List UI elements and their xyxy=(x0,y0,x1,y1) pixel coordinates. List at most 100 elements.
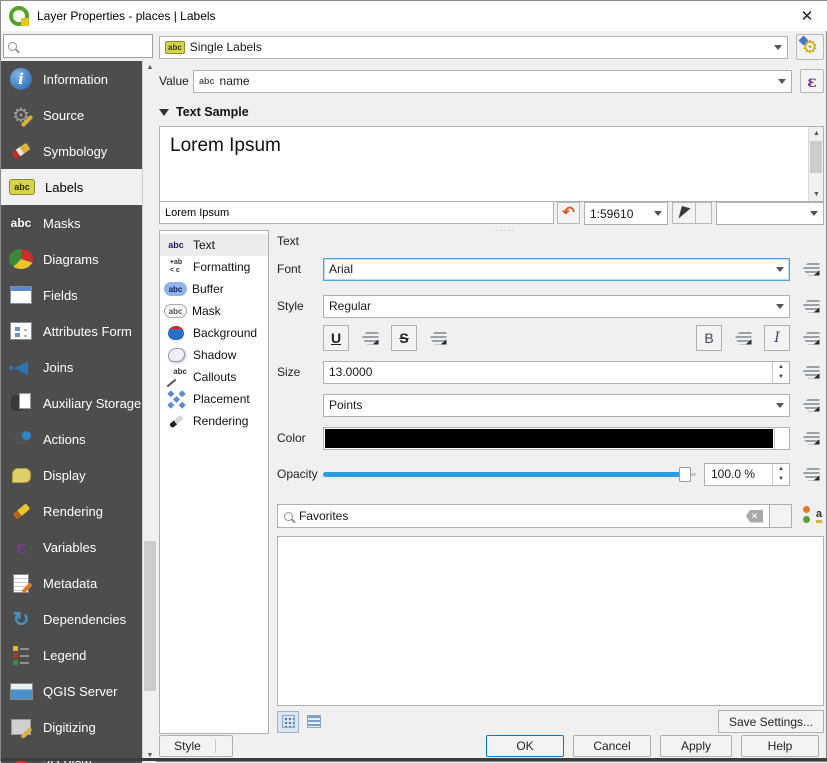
units-data-defined-button[interactable] xyxy=(798,393,824,417)
grid-view-icon xyxy=(282,715,295,728)
tab-buffer[interactable]: Buffer xyxy=(160,278,268,300)
sidebar-item-rendering[interactable]: Rendering xyxy=(1,493,142,529)
save-settings-button[interactable]: Save Settings... xyxy=(718,710,824,733)
tab-text[interactable]: Text xyxy=(160,234,268,256)
scrollbar-thumb[interactable] xyxy=(810,141,822,173)
mouse-pointer-icon xyxy=(678,206,690,221)
opacity-data-defined-button[interactable] xyxy=(798,462,824,486)
sidebar-search[interactable] xyxy=(3,34,153,58)
spin-up-icon[interactable]: ▲ xyxy=(773,362,789,373)
style-manager-icon[interactable] xyxy=(800,505,824,527)
bold-button[interactable]: B xyxy=(696,325,722,351)
scroll-up-icon[interactable]: ▲ xyxy=(809,127,824,140)
icon-view-button[interactable] xyxy=(277,711,299,733)
color-dropdown[interactable] xyxy=(774,428,789,449)
sidebar-item-dependencies[interactable]: Dependencies xyxy=(1,601,142,637)
labeling-mode-combo[interactable]: abc Single Labels xyxy=(159,36,788,59)
slider-handle[interactable] xyxy=(679,467,691,482)
color-data-defined-button[interactable] xyxy=(798,426,824,450)
sidebar-item-information[interactable]: Information xyxy=(1,61,142,97)
text-sample-header: Text Sample xyxy=(176,105,249,119)
scroll-down-icon[interactable]: ▼ xyxy=(809,188,824,201)
value-expression-combo[interactable]: abc name xyxy=(193,70,792,93)
strikeout-data-defined-button[interactable] xyxy=(425,326,451,350)
data-defined-override-icon xyxy=(803,366,820,379)
italic-button[interactable]: I xyxy=(764,325,790,351)
sidebar-item-labels[interactable]: Labels xyxy=(1,169,142,205)
close-icon[interactable]: ✕ xyxy=(794,7,820,25)
automated-placement-settings-button[interactable]: ⚙ xyxy=(796,34,824,60)
tab-shadow[interactable]: Shadow xyxy=(160,344,268,366)
tab-placement[interactable]: Placement xyxy=(160,388,268,410)
tab-mask[interactable]: Mask xyxy=(160,300,268,322)
sidebar-scrollbar[interactable]: ▲ ▼ xyxy=(142,61,156,763)
preview-scale-combo[interactable]: 1:59610 xyxy=(584,202,668,225)
clear-filter-icon[interactable]: ✕ xyxy=(746,510,763,523)
sidebar-item-joins[interactable]: Joins xyxy=(1,349,142,385)
style-value: Regular xyxy=(329,299,371,313)
apply-button[interactable]: Apply xyxy=(660,735,732,757)
ok-button[interactable]: OK xyxy=(486,735,564,757)
cancel-button[interactable]: Cancel xyxy=(573,735,651,757)
sample-scrollbar[interactable]: ▲ ▼ xyxy=(808,127,823,201)
style-filter-input[interactable]: Favorites ✕ xyxy=(277,504,770,528)
tab-background[interactable]: Background xyxy=(160,322,268,344)
strikeout-button[interactable]: S xyxy=(391,325,417,351)
sidebar-item-metadata[interactable]: Metadata xyxy=(1,565,142,601)
list-view-button[interactable] xyxy=(303,711,325,733)
font-combo[interactable]: Arial xyxy=(323,258,790,281)
tab-callouts[interactable]: Callouts xyxy=(160,366,268,388)
diagrams-icon xyxy=(9,249,33,269)
sidebar-item-masks[interactable]: Masks xyxy=(1,205,142,241)
sample-text-input[interactable] xyxy=(159,202,554,224)
scrollbar-thumb[interactable] xyxy=(144,541,156,691)
sidebar-item-symbology[interactable]: Symbology xyxy=(1,133,142,169)
italic-data-defined-button[interactable] xyxy=(798,326,824,350)
underline-data-defined-button[interactable] xyxy=(357,326,383,350)
opacity-spin-buttons[interactable]: ▲▼ xyxy=(772,464,789,485)
color-button[interactable] xyxy=(323,427,790,450)
spin-up-icon[interactable]: ▲ xyxy=(773,464,789,475)
sidebar-item-actions[interactable]: Actions xyxy=(1,421,142,457)
text-format-presets-list[interactable] xyxy=(277,536,824,706)
tab-formatting[interactable]: Formatting xyxy=(160,256,268,278)
information-icon xyxy=(10,68,32,90)
sidebar-item-auxiliary-storage[interactable]: Auxiliary Storage xyxy=(1,385,142,421)
style-filter-dropdown[interactable] xyxy=(770,504,792,528)
text-sample-collapser[interactable]: Text Sample xyxy=(159,103,824,121)
size-data-defined-button[interactable] xyxy=(798,360,824,384)
expression-builder-button[interactable]: ε xyxy=(800,69,824,93)
sidebar-item-attributes-form[interactable]: Attributes Form xyxy=(1,313,142,349)
size-spinbox[interactable]: 13.0000 ▲▼ xyxy=(323,361,790,384)
search-icon xyxy=(284,512,293,521)
style-data-defined-button[interactable] xyxy=(798,294,824,318)
spin-down-icon[interactable]: ▼ xyxy=(773,474,789,485)
style-menu-button[interactable]: Style xyxy=(159,735,233,757)
help-button[interactable]: Help xyxy=(741,735,819,757)
map-settings-button[interactable] xyxy=(672,202,696,224)
splitter-handle[interactable]: ······ xyxy=(492,225,516,235)
sidebar-item-legend[interactable]: Legend xyxy=(1,637,142,673)
size-spin-buttons[interactable]: ▲▼ xyxy=(772,362,789,383)
scroll-up-icon[interactable]: ▲ xyxy=(143,61,157,75)
size-units-combo[interactable]: Points xyxy=(323,394,790,417)
sidebar-item-diagrams[interactable]: Diagrams xyxy=(1,241,142,277)
sidebar-item-qgis-server[interactable]: QGIS Server xyxy=(1,673,142,709)
opacity-spinbox[interactable]: 100.0 % ▲▼ xyxy=(704,463,790,486)
reset-sample-button[interactable]: ↶ xyxy=(557,202,580,224)
masks-icon xyxy=(9,211,33,235)
bold-data-defined-button[interactable] xyxy=(730,326,756,350)
sidebar-item-source[interactable]: Source xyxy=(1,97,142,133)
preview-background-combo[interactable] xyxy=(716,202,824,225)
underline-button[interactable]: U xyxy=(323,325,349,351)
sidebar-item-display[interactable]: Display xyxy=(1,457,142,493)
sidebar-search-input[interactable] xyxy=(22,39,148,53)
font-data-defined-button[interactable] xyxy=(798,257,824,281)
opacity-slider[interactable] xyxy=(323,464,696,484)
sidebar-item-fields[interactable]: Fields xyxy=(1,277,142,313)
map-settings-dropdown[interactable] xyxy=(696,202,712,224)
spin-down-icon[interactable]: ▼ xyxy=(773,372,789,383)
style-combo[interactable]: Regular xyxy=(323,295,790,318)
sidebar-item-variables[interactable]: Variables xyxy=(1,529,142,565)
tab-rendering[interactable]: Rendering xyxy=(160,410,268,432)
